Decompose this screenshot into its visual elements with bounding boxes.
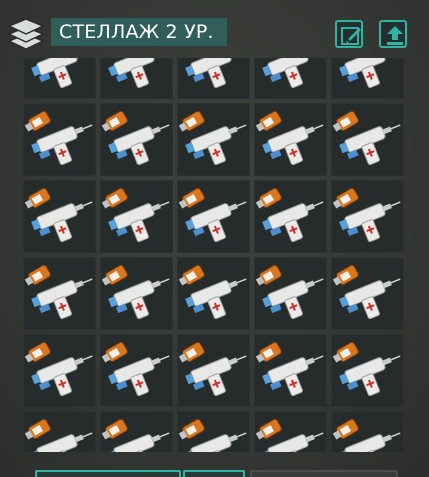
inventory-slot[interactable]	[100, 257, 173, 330]
action-button-disabled[interactable]	[250, 470, 398, 477]
upload-arrow-icon	[387, 26, 403, 45]
inventory-slot[interactable]	[331, 411, 404, 452]
inventory-slot[interactable]	[23, 257, 96, 330]
inventory-slot[interactable]	[23, 334, 96, 407]
inventory-slot[interactable]	[177, 58, 250, 99]
inventory-slot[interactable]	[23, 411, 96, 452]
storage-stack-icon	[6, 14, 46, 52]
inventory-slot[interactable]	[254, 180, 327, 253]
inventory-slot[interactable]	[331, 103, 404, 176]
edit-button[interactable]	[335, 20, 363, 48]
storage-grid-inner	[23, 58, 404, 452]
inventory-slot[interactable]	[100, 334, 173, 407]
bottom-action-bar	[0, 470, 429, 477]
upload-button[interactable]	[379, 20, 407, 48]
action-button-secondary[interactable]	[183, 470, 245, 477]
inventory-slot[interactable]	[100, 103, 173, 176]
inventory-slot[interactable]	[23, 103, 96, 176]
inventory-slot[interactable]	[254, 334, 327, 407]
storage-grid[interactable]	[23, 58, 407, 452]
inventory-slot[interactable]	[100, 180, 173, 253]
inventory-slot[interactable]	[254, 411, 327, 452]
inventory-slot[interactable]	[331, 180, 404, 253]
edit-brush-icon	[341, 27, 361, 45]
inventory-slot[interactable]	[331, 334, 404, 407]
storage-title: СТЕЛЛАЖ 2 УР.	[51, 18, 227, 46]
inventory-slot[interactable]	[254, 257, 327, 330]
inventory-slot[interactable]	[100, 411, 173, 452]
action-button-primary[interactable]	[35, 470, 181, 477]
inventory-slot[interactable]	[23, 58, 96, 99]
inventory-slot[interactable]	[177, 257, 250, 330]
inventory-slot[interactable]	[254, 58, 327, 99]
inventory-slot[interactable]	[177, 180, 250, 253]
header-bar: СТЕЛЛАЖ 2 УР.	[0, 0, 429, 58]
inventory-slot[interactable]	[177, 411, 250, 452]
inventory-slot[interactable]	[331, 257, 404, 330]
inventory-slot[interactable]	[100, 58, 173, 99]
inventory-slot[interactable]	[331, 58, 404, 99]
inventory-slot[interactable]	[177, 103, 250, 176]
inventory-slot[interactable]	[254, 103, 327, 176]
inventory-slot[interactable]	[177, 334, 250, 407]
inventory-slot[interactable]	[23, 180, 96, 253]
